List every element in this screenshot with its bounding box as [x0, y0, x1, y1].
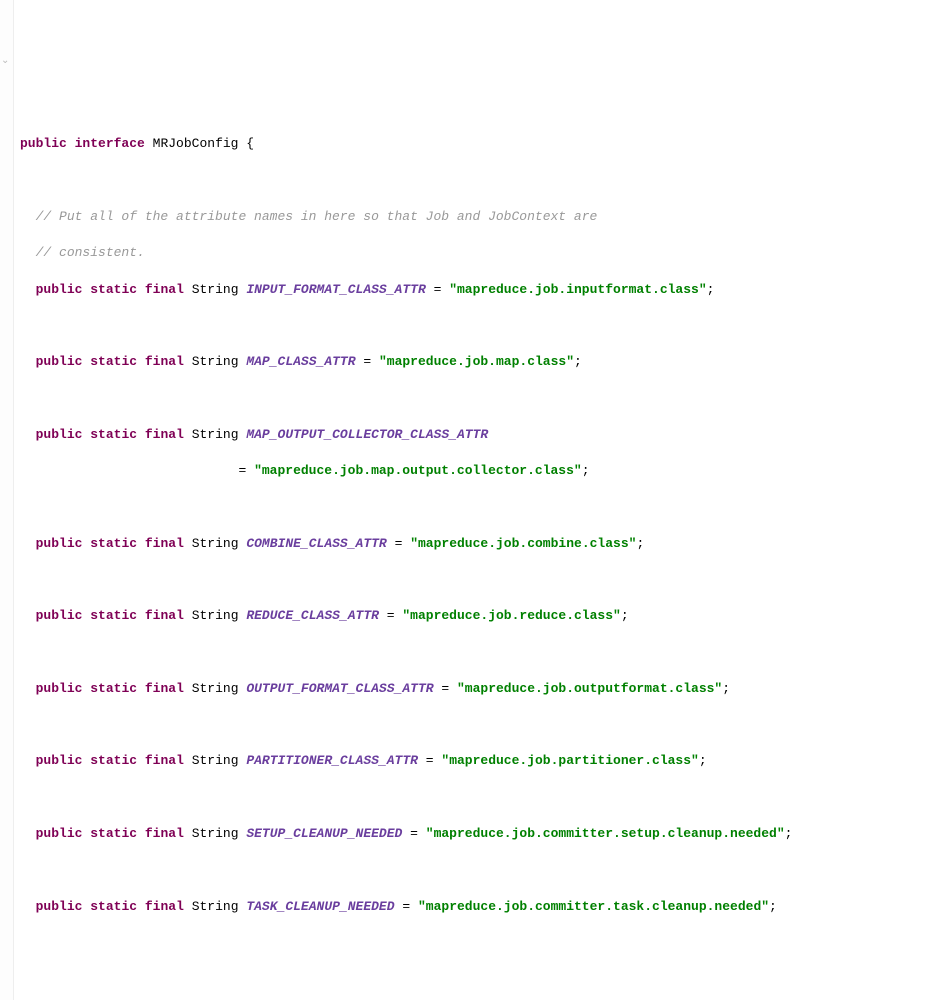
string-literal: "mapreduce.job.combine.class" — [410, 536, 636, 551]
blank-line — [20, 861, 931, 879]
constant-declaration: public static final String SETUP_CLEANUP… — [20, 825, 931, 843]
comment-line: // Put all of the attribute names in her… — [20, 208, 931, 226]
constant-declaration-continuation: = "mapreduce.job.map.output.collector.cl… — [20, 462, 931, 480]
blank-line — [20, 644, 931, 662]
blank-line — [20, 499, 931, 517]
blank-line — [20, 317, 931, 335]
blank-line — [20, 571, 931, 589]
string-literal: "mapreduce.job.committer.task.cleanup.ne… — [418, 899, 769, 914]
brace-open: { — [246, 136, 254, 151]
string-literal: "mapreduce.job.partitioner.class" — [441, 753, 698, 768]
constant-declaration: public static final String MAP_CLASS_ATT… — [20, 353, 931, 371]
comment-text: // consistent. — [36, 245, 145, 260]
constant-name: MAP_OUTPUT_COLLECTOR_CLASS_ATTR — [246, 427, 488, 442]
comment-line: // consistent. — [20, 244, 931, 262]
constant-name: COMBINE_CLASS_ATTR — [246, 536, 386, 551]
constant-declaration: public static final String MAP_OUTPUT_CO… — [20, 426, 931, 444]
constant-name: INPUT_FORMAT_CLASS_ATTR — [246, 282, 425, 297]
constant-name: OUTPUT_FORMAT_CLASS_ATTR — [246, 681, 433, 696]
interface-declaration-line: public interface MRJobConfig { — [20, 135, 931, 153]
constant-declaration: public static final String REDUCE_CLASS_… — [20, 607, 931, 625]
keyword-interface: interface — [75, 136, 145, 151]
keyword-public: public — [20, 136, 67, 151]
constant-declaration: public static final String OUTPUT_FORMAT… — [20, 680, 931, 698]
class-name: MRJobConfig — [153, 136, 239, 151]
constant-declaration: public static final String TASK_CLEANUP_… — [20, 898, 931, 916]
blank-line — [20, 390, 931, 408]
constant-name: PARTITIONER_CLASS_ATTR — [246, 753, 418, 768]
editor-gutter: ⌄ — [0, 0, 14, 1000]
string-literal: "mapreduce.job.map.class" — [379, 354, 574, 369]
string-literal: "mapreduce.job.outputformat.class" — [457, 681, 722, 696]
string-literal: "mapreduce.job.map.output.collector.clas… — [254, 463, 582, 478]
constant-name: REDUCE_CLASS_ATTR — [246, 608, 379, 623]
blank-line — [20, 172, 931, 190]
blank-line — [20, 789, 931, 807]
comment-text: // Put all of the attribute names in her… — [36, 209, 598, 224]
string-literal: "mapreduce.job.reduce.class" — [402, 608, 620, 623]
string-literal: "mapreduce.job.committer.setup.cleanup.n… — [426, 826, 785, 841]
constant-name: SETUP_CLEANUP_NEEDED — [246, 826, 402, 841]
fold-marker-icon: ⌄ — [1, 55, 11, 65]
constant-name: MAP_CLASS_ATTR — [246, 354, 355, 369]
string-literal: "mapreduce.job.inputformat.class" — [449, 282, 706, 297]
constant-name: TASK_CLEANUP_NEEDED — [246, 899, 394, 914]
code-editor-content: public interface MRJobConfig { // Put al… — [20, 117, 931, 934]
constant-declaration: public static final String PARTITIONER_C… — [20, 752, 931, 770]
blank-line — [20, 716, 931, 734]
constant-declaration: public static final String INPUT_FORMAT_… — [20, 281, 931, 299]
constant-declaration: public static final String COMBINE_CLASS… — [20, 535, 931, 553]
